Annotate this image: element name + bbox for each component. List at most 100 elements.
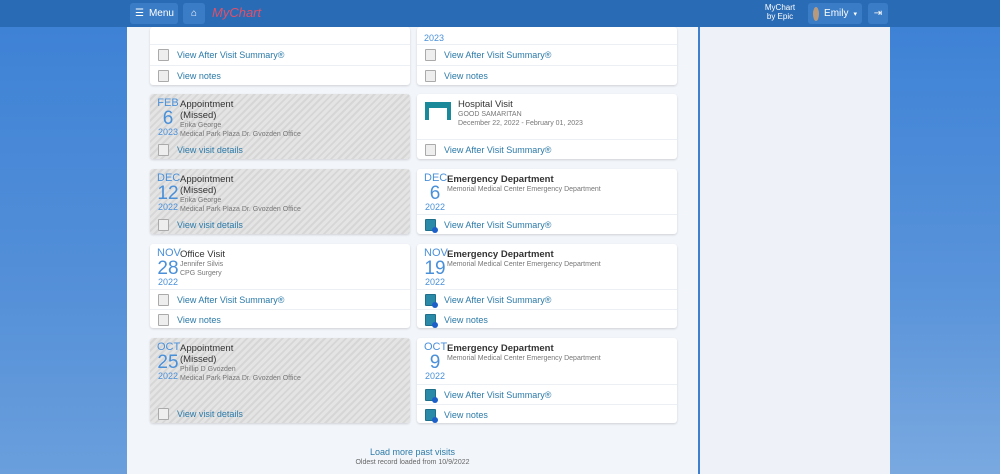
menu-label: Menu — [148, 8, 174, 19]
logout-icon: ⇥ — [873, 8, 883, 19]
view-notes-link[interactable]: View notes — [150, 309, 410, 328]
location: Memorial Medical Center Emergency Depart… — [447, 261, 601, 268]
user-menu-button[interactable]: Emily ▾ — [808, 3, 862, 24]
view-notes-link[interactable]: View notes — [417, 404, 677, 423]
location: Medical Park Plaza Dr. Gvozden Office — [180, 131, 301, 138]
brand: MyChart by Epic — [764, 3, 796, 21]
mychart-logo[interactable]: MyChart — [212, 5, 261, 20]
label: View notes — [444, 314, 488, 325]
notes-new-icon — [425, 313, 438, 328]
visit-card: View After Visit Summary® View notes — [150, 27, 410, 85]
background-left — [0, 27, 127, 474]
view-avs-link[interactable]: View After Visit Summary® — [417, 139, 677, 159]
caret-down-icon: ▾ — [853, 10, 857, 18]
load-more-link[interactable]: Load more past visits — [127, 447, 698, 457]
provider: Jennifer Silvis — [180, 261, 224, 268]
label: View After Visit Summary® — [177, 294, 285, 305]
view-notes-link[interactable]: View notes — [417, 309, 677, 328]
label: View After Visit Summary® — [444, 389, 552, 400]
home-button[interactable]: ⌂ — [183, 3, 205, 24]
side-panel — [700, 27, 890, 474]
visit-card[interactable]: NOV 19 2022 Emergency Department Memorial M… — [417, 244, 677, 328]
visit-card[interactable]: OCT 9 2022 Emergency Department Memorial Me… — [417, 338, 677, 423]
label: View After Visit Summary® — [444, 49, 552, 60]
year: 2022 — [424, 371, 446, 381]
mychart-epic-logo: MyChart by Epic — [760, 3, 800, 21]
home-icon: ⌂ — [190, 8, 198, 19]
view-avs-link[interactable]: View After Visit Summary® — [417, 384, 677, 404]
title: Appointment — [180, 99, 234, 110]
view-visit-details-link[interactable]: View visit details — [150, 140, 410, 159]
year: 2023 — [157, 127, 179, 137]
hospital-bed-icon — [425, 102, 451, 120]
provider: Phillip D Gvozden — [180, 366, 236, 373]
visit-date: DEC 6 2022 — [424, 173, 447, 212]
provider: Erika George — [180, 122, 222, 129]
visit-date: OCT 9 2022 — [424, 342, 447, 381]
notes-icon — [158, 313, 169, 326]
logout-button[interactable]: ⇥ — [868, 3, 888, 24]
day: 19 — [424, 258, 446, 279]
title: Emergency Department — [447, 249, 554, 260]
notes-new-icon — [425, 408, 438, 423]
visit-info: Hospital Visit GOOD SAMARITAN December 22,… — [458, 99, 583, 128]
visit-info: Emergency Department Memorial Medical Cen… — [447, 174, 601, 194]
visit-date: DEC 12 2022 — [157, 173, 180, 212]
view-notes-link[interactable]: View notes — [150, 65, 410, 85]
location: Medical Park Plaza Dr. Gvozden Office — [180, 375, 301, 382]
document-icon — [158, 408, 169, 420]
document-icon — [158, 144, 169, 156]
visit-card-missed[interactable]: OCT 25 2022 Appointment (Missed) Phillip D G… — [150, 338, 410, 423]
user-name: Emily — [824, 8, 849, 19]
location: Memorial Medical Center Emergency Depart… — [447, 186, 601, 193]
view-avs-link[interactable]: View After Visit Summary® — [150, 289, 410, 309]
label: View After Visit Summary® — [177, 49, 285, 60]
label: View notes — [444, 409, 488, 420]
document-new-icon — [425, 293, 438, 308]
title: Hospital Visit — [458, 99, 513, 110]
visit-info: Emergency Department Memorial Medical Cen… — [447, 249, 601, 269]
year: 2022 — [424, 202, 446, 212]
status: (Missed) — [180, 354, 217, 365]
view-visit-details-link[interactable]: View visit details — [150, 404, 410, 423]
view-notes-link[interactable]: View notes — [417, 65, 677, 85]
view-visit-details-link[interactable]: View visit details — [150, 215, 410, 234]
day: 28 — [157, 258, 179, 279]
visit-info: Appointment (Missed) Erika George Medical P… — [180, 99, 301, 139]
visit-date: FEB 6 2023 — [157, 98, 179, 137]
notes-icon — [158, 69, 169, 82]
visit-info: Emergency Department Memorial Medical Cen… — [447, 343, 601, 363]
view-avs-link[interactable]: View After Visit Summary® — [417, 44, 677, 64]
hamburger-icon: ☰ — [135, 8, 144, 19]
year: 2022 — [157, 277, 179, 287]
view-avs-link[interactable]: View After Visit Summary® — [417, 289, 677, 309]
action: View visit details — [177, 145, 243, 155]
title: Appointment — [180, 174, 234, 185]
menu-button[interactable]: ☰ Menu — [130, 3, 178, 24]
location: Memorial Medical Center Emergency Depart… — [447, 355, 601, 362]
visit-card[interactable]: DEC 6 2022 Emergency Department Memorial Me… — [417, 169, 677, 234]
status: (Missed) — [180, 185, 217, 196]
visit-date: OCT 25 2022 — [157, 342, 180, 381]
document-icon — [158, 293, 169, 306]
action: View After Visit Summary® — [444, 144, 552, 155]
avatar — [813, 6, 820, 21]
visit-card[interactable]: NOV 28 2022 Office Visit Jennifer Silvis CPG… — [150, 244, 410, 328]
location: Medical Park Plaza Dr. Gvozden Office — [180, 206, 301, 213]
visit-date: NOV 28 2022 — [157, 248, 181, 287]
visit-card: 2023 View After Visit Summary® View note… — [417, 27, 677, 85]
day: 12 — [157, 183, 179, 204]
view-avs-link[interactable]: View After Visit Summary® — [150, 44, 410, 64]
visit-card-missed[interactable]: DEC 12 2022 Appointment (Missed) Erika Georg… — [150, 169, 410, 234]
document-icon — [425, 48, 436, 61]
day: 6 — [162, 108, 174, 129]
oldest-record-text: Oldest record loaded from 10/9/2022 — [355, 459, 470, 466]
range: December 22, 2022 - February 01, 2023 — [458, 120, 583, 127]
year: 2022 — [157, 202, 179, 212]
visit-year: 2023 — [424, 33, 445, 43]
view-avs-link[interactable]: View After Visit Summary® — [417, 214, 677, 234]
action: View visit details — [177, 220, 243, 230]
visit-card-missed[interactable]: FEB 6 2023 Appointment (Missed) Erika George… — [150, 94, 410, 159]
label: View notes — [444, 70, 488, 81]
visit-card[interactable]: Hospital Visit GOOD SAMARITAN December 22,… — [417, 94, 677, 159]
